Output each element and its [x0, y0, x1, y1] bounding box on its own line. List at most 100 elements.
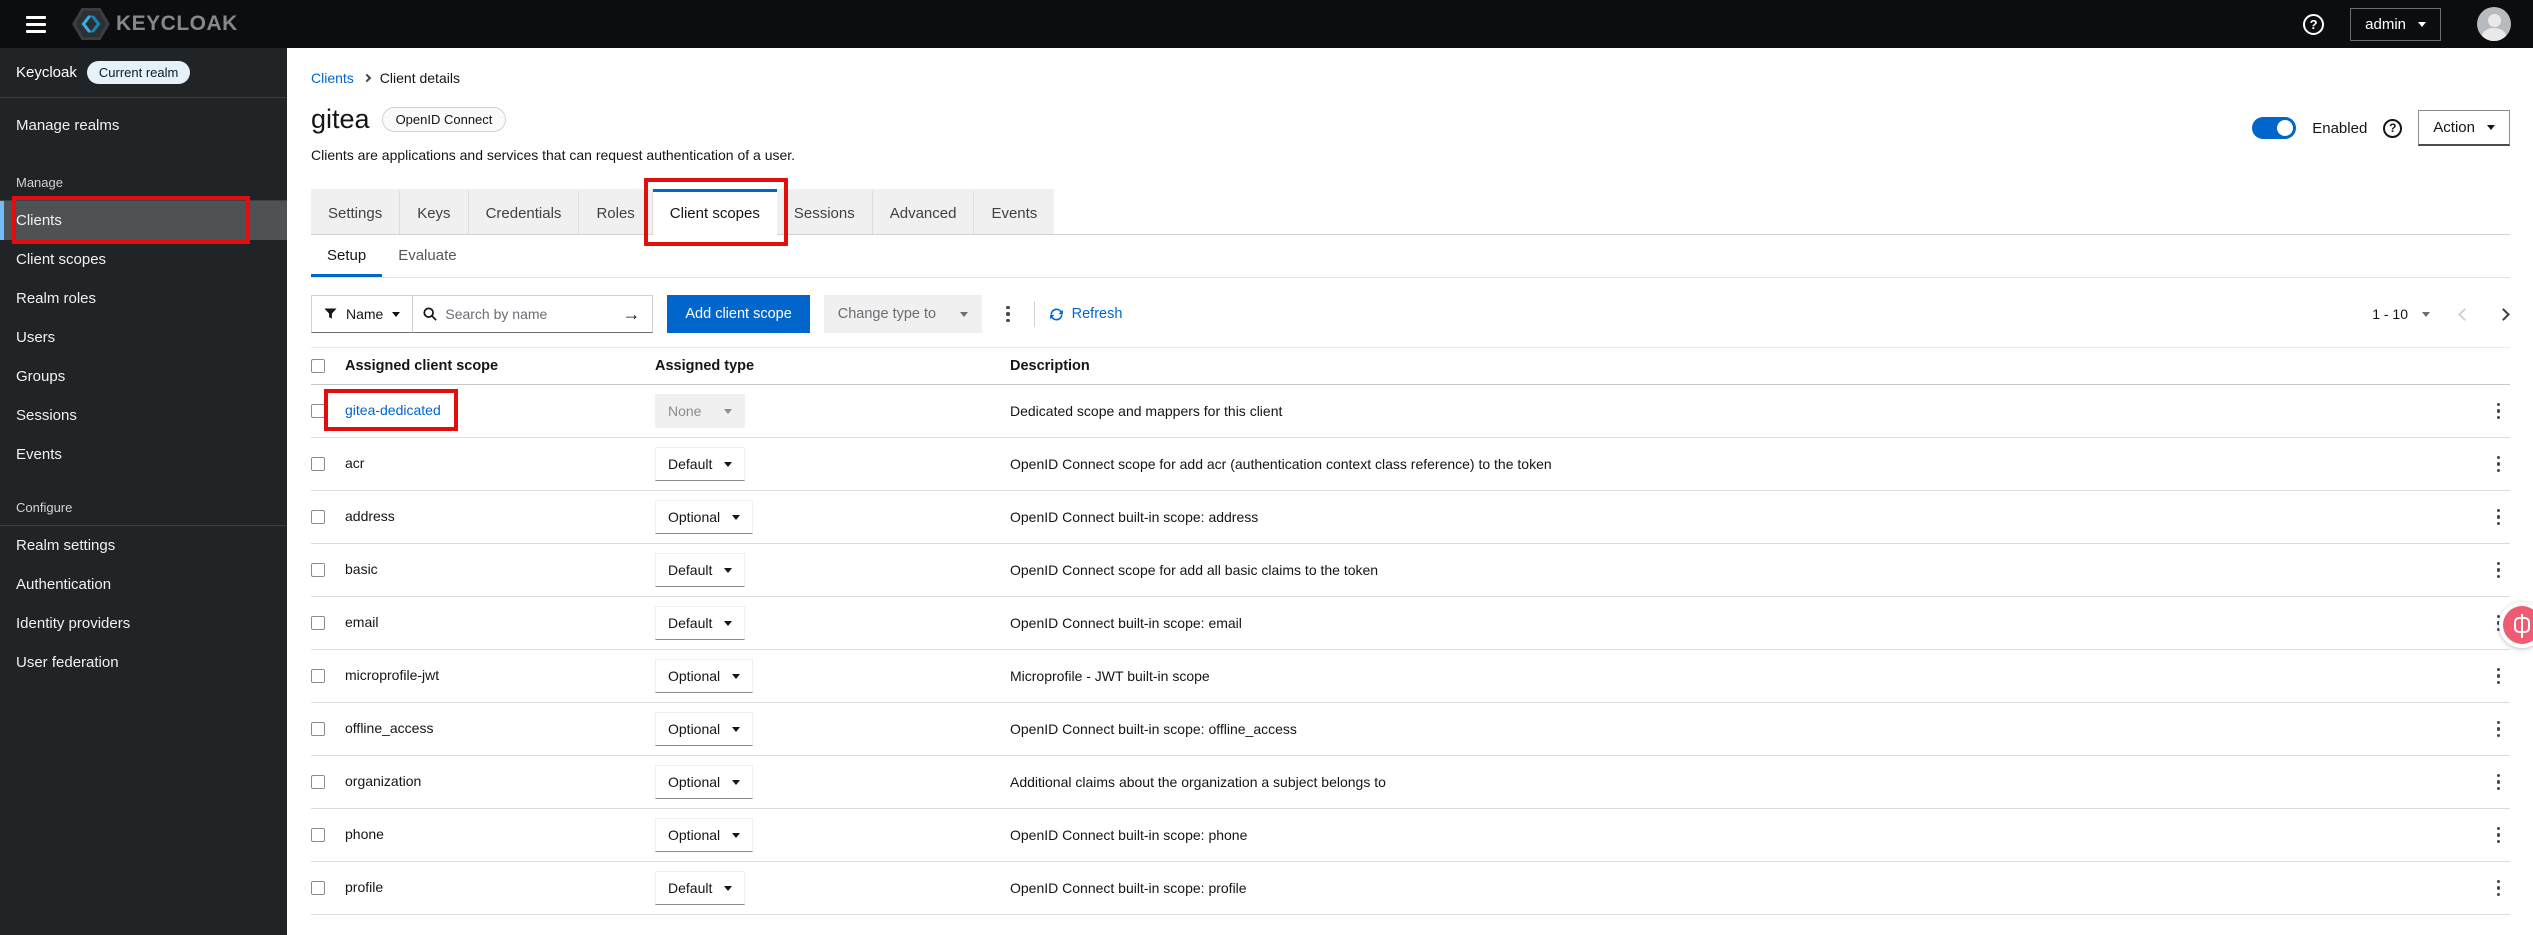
main-content: Clients Client details gitea OpenID Conn…	[287, 48, 2533, 935]
chevron-down-icon	[724, 408, 732, 414]
assigned-type-dropdown[interactable]: Optional	[655, 765, 754, 799]
row-kebab-menu[interactable]	[2487, 766, 2511, 799]
row-kebab-menu[interactable]	[2487, 554, 2511, 587]
help-icon[interactable]: ?	[2303, 13, 2325, 35]
row-checkbox[interactable]	[311, 510, 325, 524]
pagination-prev-icon[interactable]	[2458, 307, 2471, 321]
realm-name: Keycloak	[16, 64, 77, 81]
row-kebab-menu[interactable]	[2487, 819, 2511, 852]
chevron-down-icon	[2487, 125, 2495, 130]
row-kebab-menu[interactable]	[2487, 501, 2511, 534]
row-checkbox[interactable]	[311, 669, 325, 683]
sidebar-item-groups[interactable]: Groups	[0, 357, 287, 396]
row-kebab-menu[interactable]	[2487, 872, 2511, 905]
tab-events[interactable]: Events	[974, 189, 1055, 234]
row-checkbox[interactable]	[311, 404, 325, 418]
page-header: gitea OpenID Connect Clients are applica…	[311, 104, 2510, 163]
assigned-type-dropdown[interactable]: Default	[655, 447, 746, 481]
sidebar-item-user-federation[interactable]: User federation	[0, 643, 287, 682]
page-title: gitea	[311, 104, 370, 134]
help-icon[interactable]: ?	[2383, 118, 2403, 138]
scope-name: email	[345, 614, 379, 630]
scope-name: phone	[345, 826, 384, 842]
tab-sessions[interactable]: Sessions	[776, 189, 873, 234]
subtab-evaluate[interactable]: Evaluate	[382, 235, 472, 277]
hamburger-menu-icon[interactable]	[26, 15, 46, 33]
chevron-down-icon	[724, 461, 733, 467]
breadcrumb-current: Client details	[379, 70, 460, 86]
sidebar-item-sessions[interactable]: Sessions	[0, 396, 287, 435]
masthead: KEYCLOAK ? admin	[0, 0, 2533, 48]
search-input[interactable]	[445, 306, 611, 322]
add-client-scope-button[interactable]: Add client scope	[667, 295, 810, 333]
avatar[interactable]	[2477, 7, 2511, 41]
tab-roles[interactable]: Roles	[579, 189, 653, 234]
scope-link[interactable]: gitea-dedicated	[345, 402, 441, 418]
sidebar-item-users[interactable]: Users	[0, 318, 287, 357]
row-checkbox[interactable]	[311, 457, 325, 471]
table-row: offline_access Optional OpenID Connect b…	[311, 703, 2510, 756]
assigned-type-dropdown[interactable]: Optional	[655, 818, 754, 852]
table-row: organization Optional Additional claims …	[311, 756, 2510, 809]
assigned-type-dropdown[interactable]: None	[655, 394, 745, 428]
chevron-down-icon	[2418, 21, 2426, 27]
sidebar-item-manage-realms[interactable]: Manage realms	[0, 102, 287, 149]
search-submit-arrow-icon[interactable]: →	[610, 304, 652, 325]
action-dropdown[interactable]: Action	[2418, 110, 2510, 146]
filter-type-dropdown[interactable]: Name	[311, 295, 414, 333]
scope-description: OpenID Connect built-in scope: profile	[1010, 880, 1247, 896]
row-kebab-menu[interactable]	[2487, 660, 2511, 693]
toolbar: Name → Add client scope Change type to	[311, 295, 2510, 333]
search-icon	[423, 307, 438, 321]
sidebar-item-client-scopes[interactable]: Client scopes	[0, 240, 287, 279]
row-kebab-menu[interactable]	[2487, 713, 2511, 746]
sidebar-item-realm-roles[interactable]: Realm roles	[0, 279, 287, 318]
enabled-toggle[interactable]	[2252, 117, 2297, 139]
keycloak-hexagon-icon	[72, 7, 110, 41]
row-checkbox[interactable]	[311, 881, 325, 895]
scope-description: OpenID Connect built-in scope: phone	[1010, 827, 1248, 843]
assigned-type-dropdown[interactable]: Optional	[655, 500, 754, 534]
tab-credentials[interactable]: Credentials	[468, 189, 580, 234]
breadcrumb-clients-link[interactable]: Clients	[311, 70, 354, 86]
row-checkbox[interactable]	[311, 775, 325, 789]
table-row: acr Default OpenID Connect scope for add…	[311, 438, 2510, 491]
assigned-type-dropdown[interactable]: Default	[655, 606, 746, 640]
pagination-range-dropdown[interactable]: 1 - 10	[2372, 306, 2430, 322]
sidebar-item-clients[interactable]: Clients	[0, 196, 287, 244]
chevron-down-icon	[724, 567, 733, 573]
sidebar-item-events[interactable]: Events	[0, 435, 287, 474]
assigned-type-dropdown[interactable]: Optional	[655, 659, 754, 693]
sidebar-item-authentication[interactable]: Authentication	[0, 565, 287, 604]
current-realm-badge: Current realm	[86, 61, 191, 84]
assigned-type-dropdown[interactable]: Default	[655, 871, 746, 905]
tab-client-scopes[interactable]: Client scopes	[643, 178, 788, 246]
row-checkbox[interactable]	[311, 616, 325, 630]
sidebar-item-identity-providers[interactable]: Identity providers	[0, 604, 287, 643]
row-checkbox[interactable]	[311, 722, 325, 736]
chevron-down-icon	[732, 832, 741, 838]
row-kebab-menu[interactable]	[2487, 395, 2511, 428]
tab-advanced[interactable]: Advanced	[872, 189, 975, 234]
assigned-type-dropdown[interactable]: Default	[655, 553, 746, 587]
refresh-button[interactable]: Refresh	[1049, 306, 1122, 322]
row-checkbox[interactable]	[311, 563, 325, 577]
subtab-setup[interactable]: Setup	[311, 235, 383, 277]
scope-name: organization	[345, 773, 422, 789]
pagination-next-icon[interactable]	[2497, 307, 2510, 321]
scope-description: Microprofile - JWT built-in scope	[1010, 668, 1210, 684]
realm-switcher[interactable]: Keycloak Current realm	[0, 48, 287, 98]
sidebar-item-realm-settings[interactable]: Realm settings	[0, 526, 287, 565]
row-kebab-menu[interactable]	[2487, 448, 2511, 481]
change-type-dropdown[interactable]: Change type to	[823, 295, 983, 333]
row-checkbox[interactable]	[311, 828, 325, 842]
chevron-down-icon	[724, 885, 733, 891]
toolbar-kebab-menu[interactable]	[996, 298, 1020, 331]
tab-settings[interactable]: Settings	[311, 189, 401, 234]
tab-keys[interactable]: Keys	[400, 189, 469, 234]
user-menu-dropdown[interactable]: admin	[2350, 7, 2441, 41]
assigned-type-dropdown[interactable]: Optional	[655, 712, 754, 746]
select-all-checkbox[interactable]	[311, 359, 325, 373]
scope-name: basic	[345, 561, 378, 577]
action-dropdown-label: Action	[2433, 119, 2475, 136]
